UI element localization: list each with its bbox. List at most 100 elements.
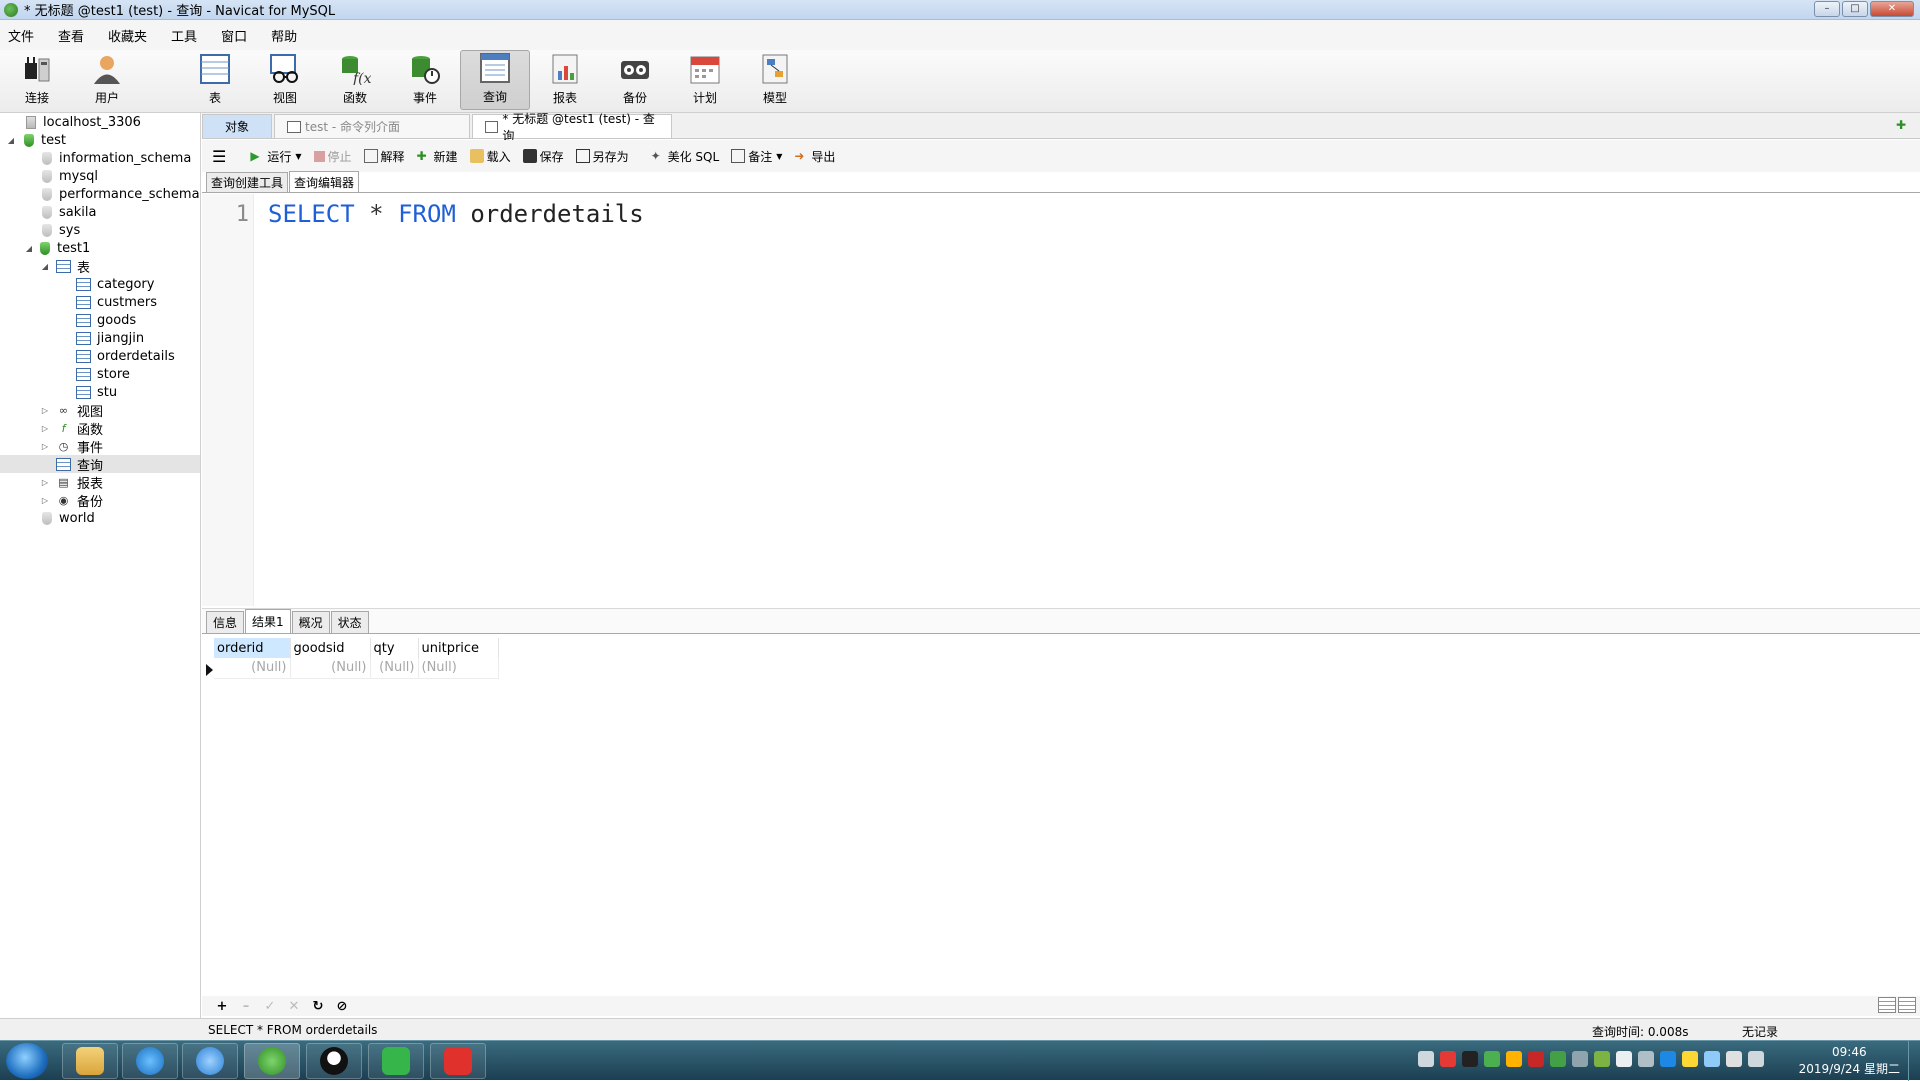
taskbar-youdao[interactable] — [430, 1043, 486, 1079]
table-cell[interactable]: (Null) — [214, 658, 291, 679]
column-header-orderid[interactable]: orderid — [214, 638, 291, 658]
save-as-button[interactable]: 另存为 — [575, 148, 629, 165]
discard-changes-icon[interactable]: ✕ — [282, 999, 306, 1014]
tab-profile[interactable]: 概况 — [291, 611, 330, 633]
export-button[interactable]: ➜ 导出 — [794, 148, 835, 165]
save-button[interactable]: 保存 — [522, 148, 564, 165]
tree-db-test[interactable]: ◢ test — [0, 131, 200, 149]
tab-info[interactable]: 信息 — [206, 611, 245, 633]
start-button-icon[interactable] — [6, 1043, 48, 1079]
tray-app-icon[interactable] — [1440, 1051, 1456, 1067]
collapse-arrow-icon[interactable]: ▷ — [40, 496, 50, 505]
model-button[interactable]: 模型 — [740, 50, 810, 110]
tree-table-jiangjin[interactable]: jiangjin — [0, 329, 200, 347]
volume-icon[interactable] — [1726, 1051, 1742, 1067]
tree-group-queries[interactable]: 查询 — [0, 455, 200, 474]
explain-button[interactable]: 解释 — [363, 148, 405, 165]
menu-help[interactable]: 帮助 — [271, 26, 297, 45]
tree-table-orderdetails[interactable]: orderdetails — [0, 347, 200, 365]
show-desktop-button[interactable] — [1908, 1041, 1920, 1081]
run-button[interactable]: ▶ 运行 ▼ — [250, 148, 301, 165]
taskbar-clock[interactable]: 09:46 2019/9/24 星期二 — [1799, 1044, 1900, 1078]
chevron-down-icon[interactable]: ▼ — [776, 152, 782, 161]
refresh-icon[interactable]: ↻ — [306, 999, 330, 1014]
tray-app-icon[interactable] — [1682, 1051, 1698, 1067]
tree-table-custmers[interactable]: custmers — [0, 293, 200, 311]
tree-db-test1[interactable]: ◢ test1 — [0, 239, 200, 257]
tree-db-information-schema[interactable]: information_schema — [0, 149, 200, 167]
function-button[interactable]: f(x) 函数 — [320, 50, 390, 110]
taskbar-wechat-work[interactable] — [368, 1043, 424, 1079]
flag-icon[interactable] — [1748, 1051, 1764, 1067]
tree-group-functions[interactable]: ▷ f 函数 — [0, 419, 200, 438]
stop-button[interactable]: 停止 — [313, 148, 352, 165]
column-header-qty[interactable]: qty — [370, 638, 419, 658]
view-button[interactable]: 视图 — [250, 50, 320, 110]
sql-code-line[interactable]: SELECT * FROM orderdetails — [268, 200, 644, 228]
tree-table-category[interactable]: category — [0, 275, 200, 293]
collapse-arrow-icon[interactable]: ▷ — [40, 442, 50, 451]
user-button[interactable]: 用户 — [72, 50, 142, 110]
tree-group-reports[interactable]: ▷ ▤ 报表 — [0, 473, 200, 492]
expand-arrow-icon[interactable]: ◢ — [24, 244, 34, 253]
beautify-sql-button[interactable]: ✦ 美化 SQL — [651, 148, 720, 165]
taskbar-qq[interactable] — [306, 1043, 362, 1079]
tray-app-icon[interactable] — [1638, 1051, 1654, 1067]
taskbar-sogou[interactable] — [182, 1043, 238, 1079]
table-cell[interactable]: (Null) — [370, 658, 419, 679]
column-header-goodsid[interactable]: goodsid — [290, 638, 371, 658]
collapse-arrow-icon[interactable]: ▷ — [40, 424, 50, 433]
tray-app-icon[interactable] — [1484, 1051, 1500, 1067]
backup-button[interactable]: 备份 — [600, 50, 670, 110]
tree-db-world[interactable]: world — [0, 509, 200, 527]
minimize-button[interactable]: – — [1814, 1, 1840, 17]
expand-arrow-icon[interactable]: ◢ — [6, 136, 16, 145]
keyboard-icon[interactable] — [1418, 1051, 1434, 1067]
tab-status[interactable]: 状态 — [330, 611, 369, 633]
close-button[interactable]: ✕ — [1870, 1, 1914, 17]
form-view-icon[interactable] — [1898, 997, 1916, 1013]
tray-app-icon[interactable] — [1528, 1051, 1544, 1067]
tree-table-store[interactable]: store — [0, 365, 200, 383]
menu-file[interactable]: 文件 — [8, 26, 34, 45]
hamburger-menu-icon[interactable]: ☰ — [212, 147, 226, 166]
tab-query-editor[interactable]: 查询编辑器 — [289, 171, 360, 192]
taskbar-explorer[interactable] — [62, 1043, 118, 1079]
tree-db-mysql[interactable]: mysql — [0, 167, 200, 185]
tree-table-stu[interactable]: stu — [0, 383, 200, 401]
maximize-button[interactable]: □ — [1842, 1, 1868, 17]
collapse-arrow-icon[interactable]: ▷ — [40, 478, 50, 487]
shield-icon[interactable] — [1550, 1051, 1566, 1067]
connect-button[interactable]: 连接 — [2, 50, 72, 110]
tree-table-goods[interactable]: goods — [0, 311, 200, 329]
menu-window[interactable]: 窗口 — [221, 26, 247, 45]
chevron-down-icon[interactable]: ▼ — [295, 152, 301, 161]
tree-group-backups[interactable]: ▷ ◉ 备份 — [0, 491, 200, 510]
column-header-unitprice[interactable]: unitprice — [418, 638, 499, 658]
taskbar-navicat[interactable] — [244, 1043, 300, 1079]
apply-changes-icon[interactable]: ✓ — [258, 999, 282, 1014]
new-query-button[interactable]: ✚ 新建 — [417, 148, 458, 165]
tab-result1[interactable]: 结果1 — [245, 609, 291, 633]
load-button[interactable]: 载入 — [469, 148, 511, 165]
new-tab-icon[interactable]: ✚ — [1896, 118, 1912, 134]
collapse-arrow-icon[interactable]: ▷ — [40, 406, 50, 415]
menu-tools[interactable]: 工具 — [171, 26, 197, 45]
tree-group-events[interactable]: ▷ ◷ 事件 — [0, 437, 200, 456]
sql-editor[interactable]: 1 SELECT * FROM orderdetails — [202, 194, 1920, 606]
tree-db-sys[interactable]: sys — [0, 221, 200, 239]
stop-refresh-icon[interactable]: ⊘ — [330, 999, 354, 1014]
event-button[interactable]: 事件 — [390, 50, 460, 110]
query-button[interactable]: 查询 — [460, 50, 530, 110]
tree-connection[interactable]: localhost_3306 — [0, 113, 200, 131]
tab-console[interactable]: test - 命令列介面 — [274, 114, 470, 138]
table-cell[interactable]: (Null) — [418, 658, 499, 679]
tree-db-performance-schema[interactable]: performance_schema — [0, 185, 200, 203]
tray-app-icon[interactable] — [1572, 1051, 1588, 1067]
network-icon[interactable] — [1704, 1051, 1720, 1067]
table-cell[interactable]: (Null) — [290, 658, 371, 679]
report-button[interactable]: 报表 — [530, 50, 600, 110]
tray-app-icon[interactable] — [1594, 1051, 1610, 1067]
qq-tray-icon[interactable] — [1462, 1051, 1478, 1067]
expand-arrow-icon[interactable]: ◢ — [40, 262, 50, 271]
